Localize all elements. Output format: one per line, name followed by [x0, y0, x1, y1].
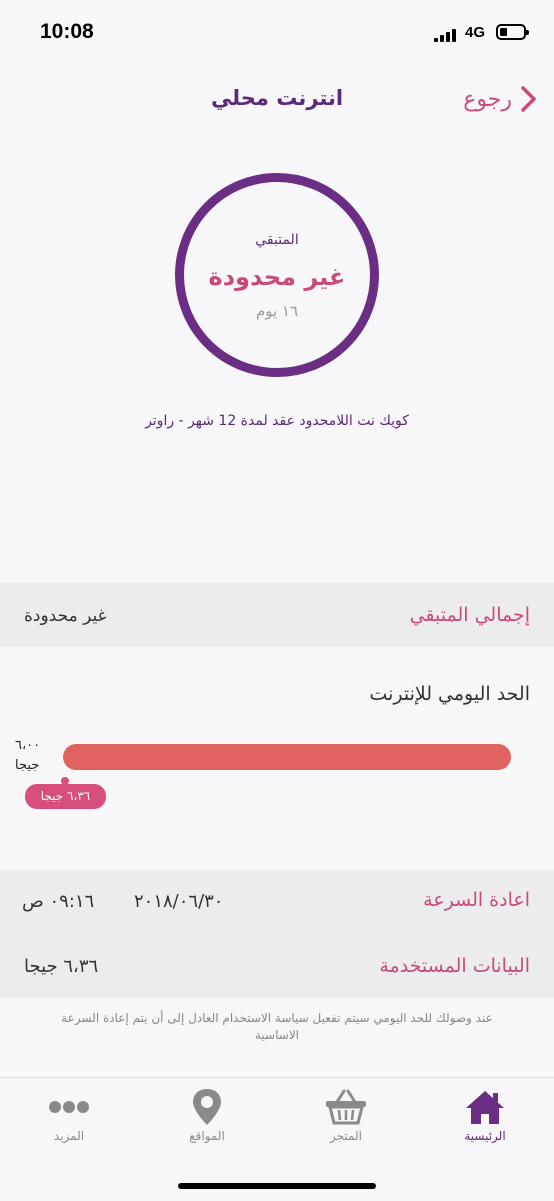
- used-data-value: ٦،٣٦ جيجا: [24, 956, 99, 977]
- ring-label: المتبقي: [255, 232, 299, 248]
- tab-more[interactable]: المزيد: [14, 1087, 124, 1143]
- tab-store-label: المتجر: [330, 1129, 362, 1143]
- signal-icon: [434, 28, 460, 42]
- reset-label: اعادة السرعة: [423, 889, 530, 911]
- basket-icon: [326, 1089, 366, 1125]
- tab-locations-label: المواقع: [189, 1129, 225, 1143]
- daily-limit-value: ٦،٠٠: [15, 738, 41, 753]
- total-remaining-label: إجمالي المتبقي: [409, 604, 530, 626]
- used-data-label: البيانات المستخدمة: [379, 955, 530, 977]
- reset-date: ٢٠١٨/٠٦/٣٠: [134, 891, 224, 912]
- plan-name: كويك نت اللامحدود عقد لمدة 12 شهر - راوت…: [145, 413, 409, 429]
- used-badge: ٦،٣٦ جيجا: [25, 784, 106, 809]
- ring-days: ١٦ يوم: [255, 302, 299, 320]
- reset-time: ٠٩:١٦ ص: [22, 891, 95, 912]
- daily-limit-unit: جيجا: [15, 758, 40, 773]
- home-indicator: [178, 1183, 376, 1189]
- ring-value: غير محدودة: [208, 263, 346, 291]
- total-remaining-value: غير محدودة: [24, 606, 107, 626]
- location-pin-icon: [193, 1089, 221, 1125]
- tab-home[interactable]: الرئيسية: [430, 1087, 540, 1143]
- status-time: 10:08: [40, 20, 94, 43]
- fair-use-note: عند وصولك للحد اليومي سيتم تفعيل سياسة ا…: [61, 1011, 493, 1042]
- more-dots-icon: [49, 1101, 89, 1113]
- tab-locations[interactable]: المواقع: [152, 1087, 262, 1143]
- tab-home-label: الرئيسية: [464, 1129, 506, 1143]
- network-type: 4G: [465, 24, 486, 41]
- tab-store[interactable]: المتجر: [291, 1087, 401, 1143]
- home-icon: [466, 1091, 504, 1124]
- daily-limit-title: الحد اليومي للإنترنت: [369, 683, 530, 705]
- tab-more-label: المزيد: [53, 1129, 85, 1143]
- daily-usage-bar: [63, 744, 511, 770]
- page-title: انترنت محلي: [210, 86, 344, 110]
- battery-icon: [496, 24, 529, 40]
